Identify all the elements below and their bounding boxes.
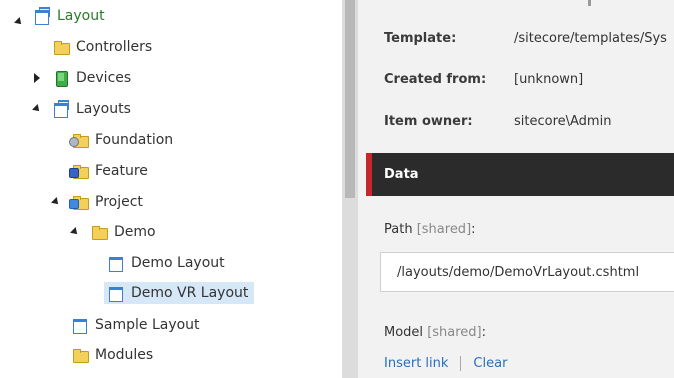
tree-item-controllers[interactable]: Controllers — [53, 36, 152, 58]
tree-item-label: Sample Layout — [95, 317, 200, 333]
tree-item-label: Demo — [114, 224, 156, 240]
template-key: Template: — [384, 31, 457, 46]
content-tree: Layout Controllers Devices Layouts Found… — [0, 0, 342, 378]
insert-link-button[interactable]: Insert link — [384, 356, 448, 371]
tree-item-layouts[interactable]: Layouts — [32, 98, 131, 120]
expand-arrow-icon[interactable] — [14, 17, 24, 27]
path-input[interactable] — [380, 252, 674, 292]
tree-item-demo-vr-layout[interactable]: Demo VR Layout — [104, 282, 255, 304]
top-edge-marker — [588, 0, 591, 6]
path-label-colon: : — [471, 222, 476, 237]
tree-item-label: Feature — [95, 163, 148, 179]
data-section-header[interactable]: Data — [366, 153, 674, 196]
expand-arrow-icon[interactable] — [70, 227, 80, 237]
link-divider — [460, 356, 462, 371]
tree-item-label: Layout — [57, 8, 105, 24]
path-label-text: Path — [384, 222, 413, 237]
tree-item-label: Controllers — [76, 39, 153, 55]
layout-icon — [108, 285, 124, 302]
tree-item-foundation[interactable]: Foundation — [69, 129, 174, 151]
template-value: /sitecore/templates/Sys — [514, 31, 667, 46]
tree-item-demo[interactable]: Demo — [70, 221, 156, 243]
content-editor: Layout Controllers Devices Layouts Found… — [0, 0, 674, 378]
tree-item-layout[interactable]: Layout — [14, 5, 105, 27]
tree-item-modules[interactable]: Modules — [72, 344, 153, 366]
collapse-arrow-icon[interactable] — [32, 73, 42, 83]
device-icon — [53, 70, 69, 87]
section-title: Data — [384, 167, 419, 182]
foundation-folder-icon — [69, 132, 89, 148]
model-field-label: Model [shared]: — [384, 325, 486, 340]
tree-item-label: Layouts — [76, 101, 131, 117]
path-field-label: Path [shared]: — [384, 222, 476, 237]
tree-item-devices[interactable]: Devices — [32, 67, 131, 89]
tree-item-demo-layout[interactable]: Demo Layout — [108, 252, 225, 274]
layout-icon — [72, 317, 88, 334]
expand-arrow-icon[interactable] — [51, 197, 61, 207]
model-label-text: Model — [384, 325, 424, 340]
item-owner-key: Item owner: — [384, 114, 473, 129]
gear-badge-icon — [69, 137, 79, 147]
tree-item-label: Devices — [76, 70, 132, 86]
created-from-key: Created from: — [384, 72, 487, 87]
tree-item-sample-layout[interactable]: Sample Layout — [72, 314, 200, 336]
item-owner-value: sitecore\Admin — [514, 114, 612, 129]
tree-item-label: Project — [95, 194, 143, 210]
folder-icon — [53, 39, 70, 55]
layout-window-icon — [34, 7, 50, 25]
created-from-value: [unknown] — [514, 72, 584, 87]
clear-button[interactable]: Clear — [473, 356, 507, 371]
item-editor-panel: Template: /sitecore/templates/Sys Create… — [358, 0, 674, 378]
feature-folder-icon — [69, 163, 89, 179]
tree-item-project[interactable]: Project — [51, 191, 143, 213]
tree-item-label: Modules — [95, 347, 154, 363]
model-actions: Insert link Clear — [384, 356, 507, 371]
project-folder-icon — [69, 194, 89, 210]
folder-icon — [91, 224, 108, 240]
path-shared-tag: [shared] — [416, 222, 472, 237]
model-label-colon: : — [481, 325, 487, 340]
tree-item-feature[interactable]: Feature — [69, 160, 148, 182]
tree-item-label: Demo VR Layout — [131, 285, 249, 301]
tree-item-label: Demo Layout — [131, 255, 225, 271]
feature-badge-icon — [69, 168, 79, 178]
folder-icon — [72, 347, 89, 363]
layout-icon — [108, 255, 124, 272]
model-shared-tag: [shared] — [427, 325, 482, 340]
expand-arrow-icon[interactable] — [32, 104, 42, 114]
section-accent — [366, 153, 372, 196]
project-badge-icon — [69, 199, 79, 209]
scrollbar-thumb[interactable] — [345, 0, 355, 198]
tree-item-label: Foundation — [95, 132, 174, 148]
layouts-window-icon — [53, 100, 69, 118]
